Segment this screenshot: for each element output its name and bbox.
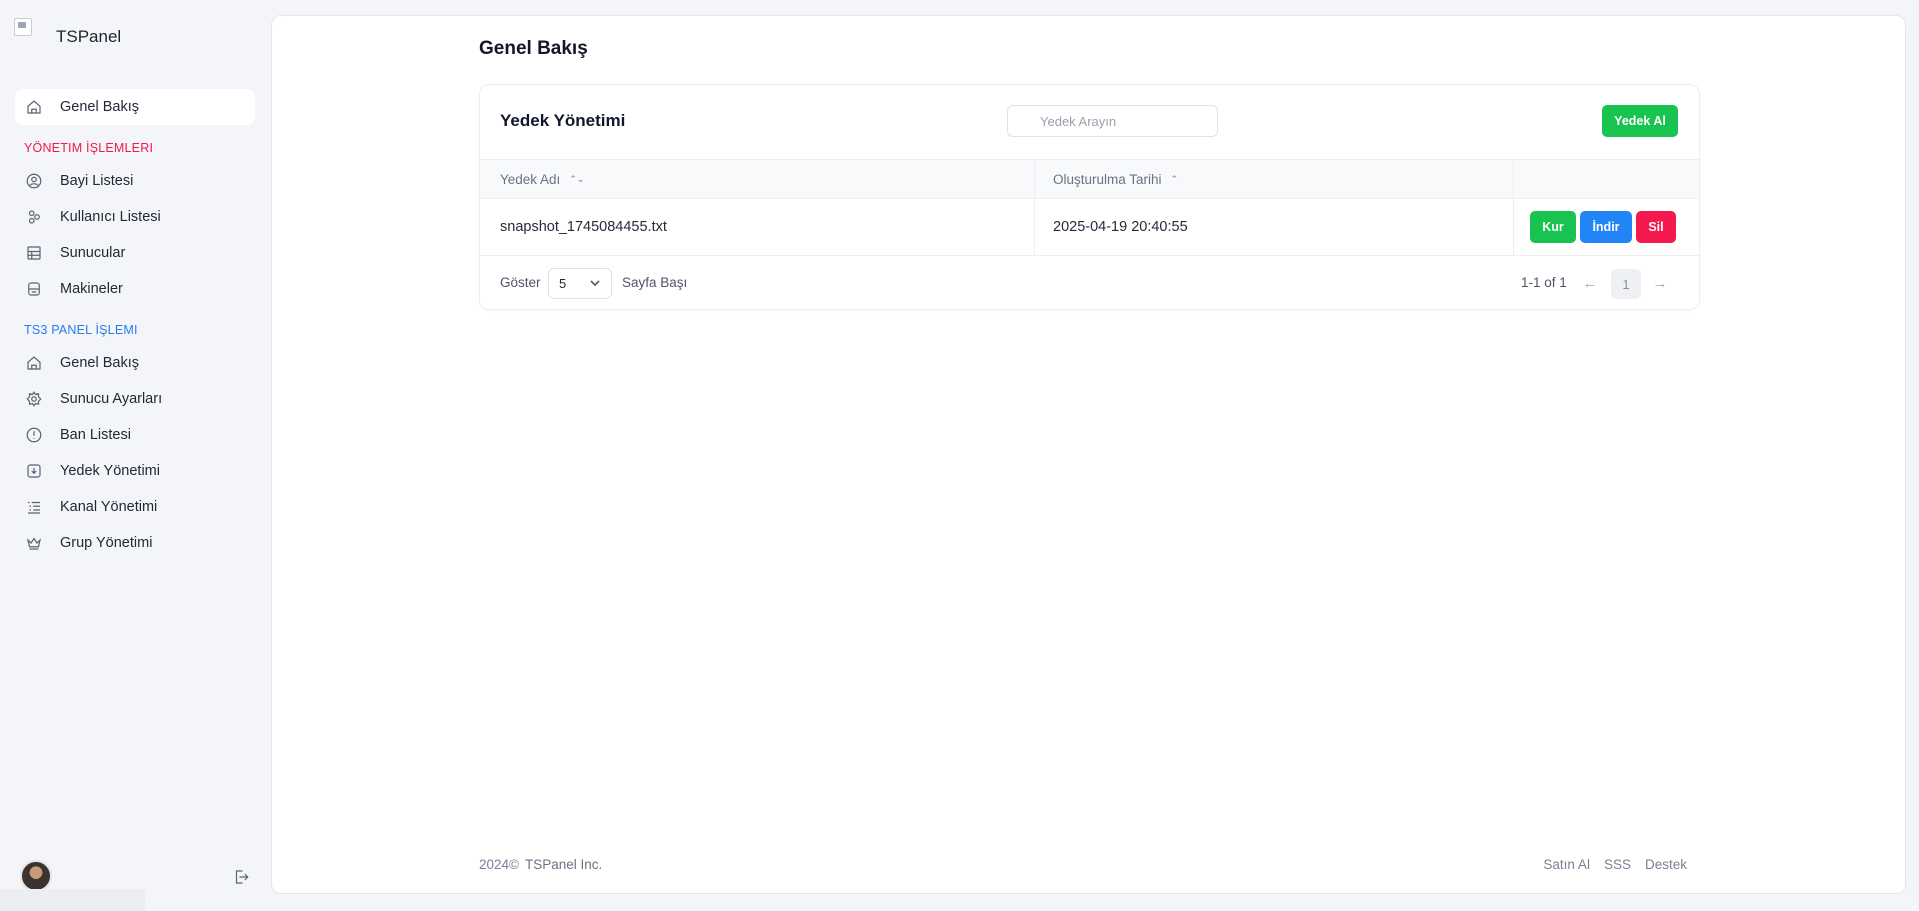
section-label-admin: YÖNETIM İŞLEMLERI [24,141,154,155]
sidebar-item-label: Sunucu Ayarları [60,391,163,407]
table-row: snapshot_1745084455.txt 2025-04-19 20:40… [480,199,1699,256]
sidebar-item-kanal-yonetimi[interactable]: Kanal Yönetimi [15,489,255,525]
card-header: Yedek Yönetimi Yedek Al [480,85,1699,159]
pagination-range: 1-1 of 1 [1521,275,1567,290]
sidebar-item-label: Kanal Yönetimi [60,499,158,515]
list-icon [25,498,43,516]
sort-up-icon: ⌃ [1170,173,1179,184]
backup-name-cell: snapshot_1745084455.txt [500,219,667,235]
sidebar-item-genel-bakis[interactable]: Genel Bakış [15,89,255,125]
sidebar-nav: Genel Bakış YÖNETIM İŞLEMLERI Bayi Liste… [15,89,255,561]
sort-icon: ⌃⌄ [569,173,585,184]
backup-file-icon [25,462,43,480]
sidebar-item-yedek-yonetimi[interactable]: Yedek Yönetimi [15,453,255,489]
sidebar-item-ban-listesi[interactable]: Ban Listesi [15,417,255,453]
status-bar [0,889,145,911]
next-page-icon[interactable]: → [1647,269,1673,297]
footer-link-satin-al[interactable]: Satın Al [1543,857,1590,872]
avatar[interactable] [20,860,52,892]
logo-image-icon [14,18,32,36]
sidebar-item-bayi-listesi[interactable]: Bayi Listesi [15,163,255,199]
delete-button[interactable]: Sil [1636,211,1676,243]
sidebar-item-grup-yonetimi[interactable]: Grup Yönetimi [15,525,255,561]
sidebar-item-label: Ban Listesi [60,427,131,443]
sidebar-item-label: Yedek Yönetimi [60,463,160,479]
sidebar-item-label: Makineler [60,281,123,297]
per-page-label: Sayfa Başı [622,275,688,290]
page-size-value: 5 [559,276,567,291]
table-header: Yedek Adı ⌃⌄ Oluşturulma Tarihi ⌃ [480,159,1699,199]
main-panel: Genel Bakış Yedek Yönetimi Yedek Al Yede… [271,15,1906,894]
section-label-ts3: TS3 PANEL İŞLEMI [24,323,138,337]
chevron-down-icon [589,277,601,289]
sidebar: TSPanel Genel Bakış YÖNETIM İŞLEMLERI Ba… [0,0,270,911]
sidebar-item-sunucu-ayarlari[interactable]: Sunucu Ayarları [15,381,255,417]
footer-link-sss[interactable]: SSS [1604,857,1631,872]
footer-copyright: 2024© TSPanel Inc. [479,857,602,872]
page-title: Genel Bakış [479,38,588,59]
previous-page-icon[interactable]: ← [1577,269,1603,297]
current-page-button[interactable]: 1 [1611,269,1641,299]
ban-icon [25,426,43,444]
crown-icon [25,534,43,552]
column-header-date[interactable]: Oluşturulma Tarihi ⌃ [1053,160,1178,198]
machine-icon [25,280,43,298]
card-title: Yedek Yönetimi [500,111,626,130]
users-icon [25,208,43,226]
backup-card: Yedek Yönetimi Yedek Al Yedek Adı ⌃⌄ Olu… [479,84,1700,310]
sidebar-item-label: Genel Bakış [60,99,139,115]
home-icon [25,354,43,372]
row-actions: Kur İndir Sil [1530,211,1676,243]
sidebar-item-label: Kullanıcı Listesi [60,209,161,225]
brand-name: TSPanel [56,27,122,46]
backup-date-cell: 2025-04-19 20:40:55 [1053,219,1188,235]
sidebar-item-label: Grup Yönetimi [60,535,153,551]
sidebar-item-sunucular[interactable]: Sunucular [15,235,255,271]
sidebar-item-label: Bayi Listesi [60,173,134,189]
take-backup-button[interactable]: Yedek Al [1602,105,1678,137]
footer-links: Satın Al SSS Destek [1543,857,1687,872]
sidebar-item-makineler[interactable]: Makineler [15,271,255,307]
sidebar-item-label: Genel Bakış [60,355,139,371]
install-button[interactable]: Kur [1530,211,1576,243]
sidebar-item-ts3-genel-bakis[interactable]: Genel Bakış [15,345,255,381]
brand[interactable]: TSPanel [14,14,121,54]
home-icon [25,98,43,116]
logout-icon[interactable] [232,868,250,886]
footer-company: TSPanel Inc. [524,857,603,872]
sidebar-item-label: Sunucular [60,245,126,261]
footer-year: 2024© [479,857,519,872]
table-footer: Göster 5 Sayfa Başı 1-1 of 1 ← 1 → [480,256,1699,311]
search-input[interactable] [1007,105,1218,137]
user-circle-icon [25,172,43,190]
gear-icon [25,390,43,408]
column-header-name[interactable]: Yedek Adı ⌃⌄ [500,160,584,198]
show-label: Göster [500,275,541,290]
footer-link-destek[interactable]: Destek [1645,857,1687,872]
server-icon [25,244,43,262]
sidebar-item-kullanici-listesi[interactable]: Kullanıcı Listesi [15,199,255,235]
download-button[interactable]: İndir [1580,211,1632,243]
page-size-select[interactable]: 5 [548,268,612,299]
